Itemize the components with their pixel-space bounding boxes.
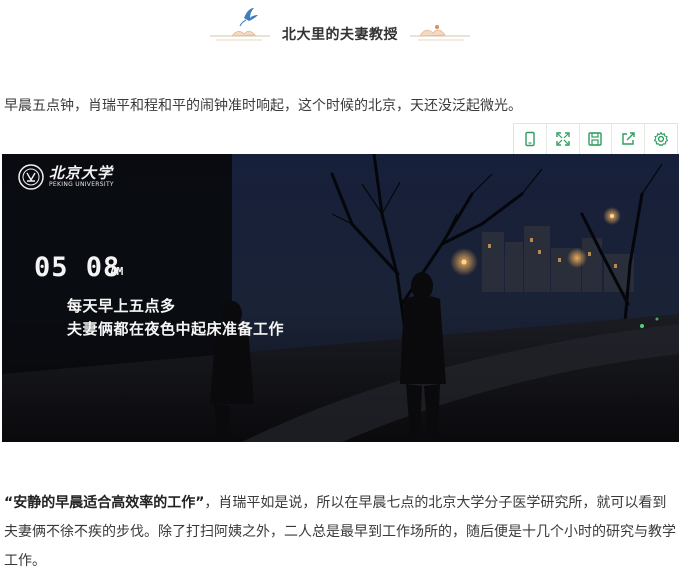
paragraph-morning-work: “安静的早晨适合高效率的工作”，肖瑞平如是说，所以在早晨七点的北京大学分子医学研… <box>4 489 680 576</box>
mobile-icon <box>525 131 535 147</box>
save-icon <box>588 132 603 146</box>
highlight-quote: “安静的早晨适合高效率的工作” <box>4 495 205 511</box>
fullscreen-button[interactable] <box>547 124 580 154</box>
mobile-view-button[interactable] <box>514 124 547 154</box>
banner-title: 北大里的夫妻教授 <box>282 27 398 43</box>
share-icon <box>622 132 635 145</box>
image-toolbar <box>513 123 678 155</box>
video-subtitle-1: 每天早上五点多 <box>67 297 176 315</box>
settings-button[interactable] <box>645 124 677 154</box>
fullscreen-icon <box>555 132 570 146</box>
pku-name-en: PEKING UNIVERSITY <box>49 181 114 188</box>
pku-logo: 北京大学 PEKING UNIVERSITY <box>18 164 114 190</box>
clock-time: 05 08 <box>34 252 121 283</box>
clock-ampm: AM <box>110 265 124 278</box>
paragraph-intro: 早晨五点钟，肖瑞平和程和平的闹钟准时响起，这个时候的北京，天还没泛起微光。 <box>4 98 522 114</box>
pku-seal-icon <box>18 164 44 190</box>
pku-name-cn: 北京大学 <box>49 164 114 182</box>
save-button[interactable] <box>580 124 613 154</box>
share-button[interactable] <box>612 124 646 154</box>
video-subtitle-2: 夫妻俩都在夜色中起床准备工作 <box>67 320 285 338</box>
video-frame[interactable]: 北京大学 PEKING UNIVERSITY 05 08 AM 每天早上五点多 … <box>2 154 679 442</box>
title-banner: 北大里的夫妻教授 <box>0 0 680 52</box>
settings-icon <box>654 131 669 147</box>
